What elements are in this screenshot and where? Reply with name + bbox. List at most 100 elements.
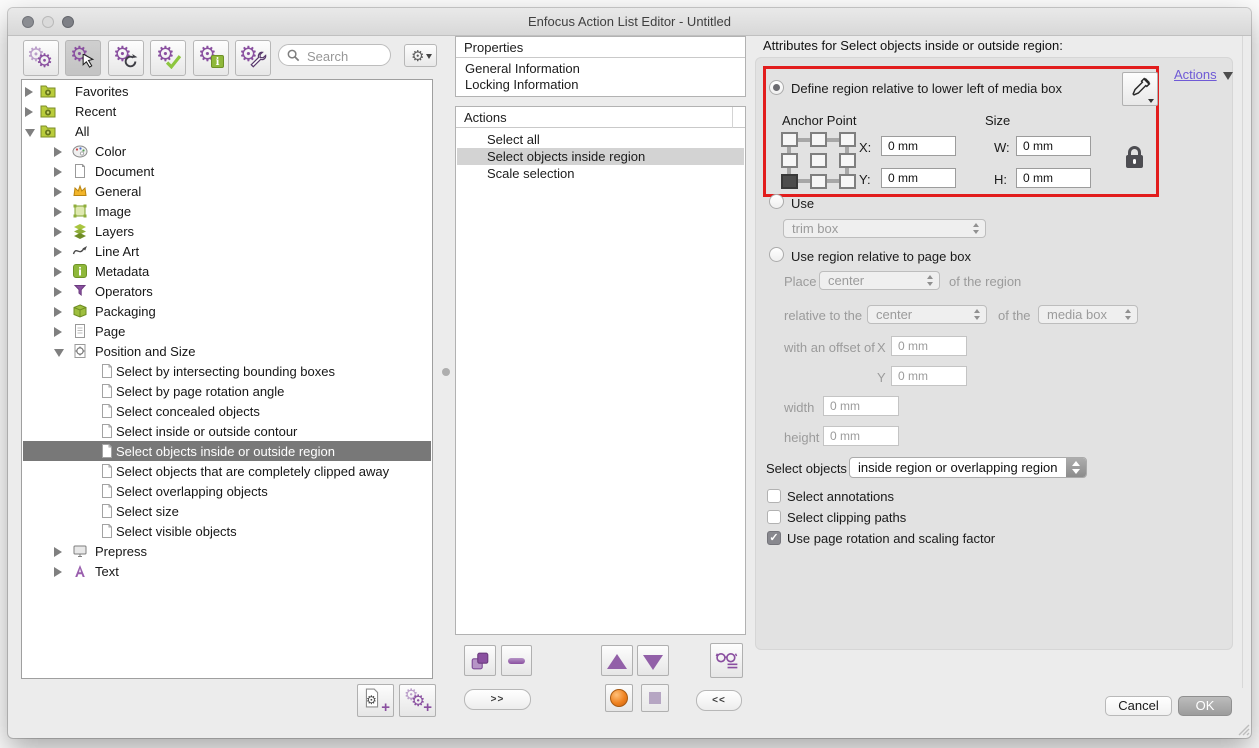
attributes-scrollbar-track[interactable] (1242, 36, 1243, 688)
use-box-dropdown[interactable]: trim box (783, 219, 986, 238)
cancel-button[interactable]: Cancel (1105, 696, 1172, 716)
checkbox-select-clipping-paths[interactable] (767, 510, 781, 524)
tree-item[interactable]: Select by page rotation angle (23, 381, 431, 401)
actions-item[interactable]: Select all (457, 131, 744, 148)
toolbar-action-info-button[interactable]: ⚙ i (193, 40, 229, 76)
tree-item-label: Position and Size (95, 344, 196, 359)
gear-icon: ⚙ (36, 51, 54, 72)
actions-link[interactable]: Actions (1174, 67, 1217, 82)
properties-item[interactable]: Locking Information (457, 76, 744, 93)
offset-label: with an offset of (784, 340, 875, 355)
place-dropdown[interactable]: center (819, 271, 940, 290)
ok-button[interactable]: OK (1178, 696, 1232, 716)
select-objects-dropdown[interactable]: inside region or overlapping region (849, 457, 1087, 478)
relative-dropdown[interactable]: center (867, 305, 987, 324)
disclosure-collapsed-icon[interactable] (54, 286, 62, 297)
tree-item[interactable]: Operators (23, 281, 431, 301)
radio-page-box[interactable] (769, 247, 784, 262)
settings-menu-button[interactable]: ⚙ (404, 44, 437, 67)
of-box-dropdown[interactable]: media box (1038, 305, 1138, 324)
checkbox-select-annotations[interactable] (767, 489, 781, 503)
tree-item[interactable]: Recent (23, 101, 431, 121)
offset-x-field[interactable]: 0 mm (891, 336, 967, 356)
disclosure-collapsed-icon[interactable] (54, 306, 62, 317)
toolbar-refresh-actions-button[interactable]: ⚙ (108, 40, 144, 76)
disclosure-collapsed-icon[interactable] (25, 86, 33, 97)
wrench-icon (249, 51, 267, 74)
search-input[interactable] (305, 46, 389, 66)
tree-item[interactable]: Favorites (23, 81, 431, 101)
record-button[interactable] (605, 684, 633, 712)
duplicate-action-button[interactable] (464, 645, 496, 676)
x-field[interactable]: 0 mm (881, 136, 956, 156)
tree-item[interactable]: Metadata (23, 261, 431, 281)
tree-item[interactable]: Image (23, 201, 431, 221)
disclosure-collapsed-icon[interactable] (54, 186, 62, 197)
disclosure-collapsed-icon[interactable] (54, 226, 62, 237)
remove-action-button[interactable] (501, 645, 532, 676)
disclosure-collapsed-icon[interactable] (54, 246, 62, 257)
run-forward-button[interactable]: >> (464, 689, 531, 710)
toolbar-manage-actions-button[interactable]: ⚙ (235, 40, 271, 76)
tree-item[interactable]: Color (23, 141, 431, 161)
tree-item[interactable]: Prepress (23, 541, 431, 561)
tree-item[interactable]: Select inside or outside contour (23, 421, 431, 441)
disclosure-collapsed-icon[interactable] (54, 566, 62, 577)
width-field[interactable]: 0 mm (823, 396, 899, 416)
actions-item[interactable]: Select objects inside region (457, 148, 744, 165)
disclosure-collapsed-icon[interactable] (54, 546, 62, 557)
tree-item[interactable]: Position and Size (23, 341, 431, 361)
new-action-list-from-doc-button[interactable]: ⚙ + (357, 684, 394, 717)
window-title: Enfocus Action List Editor - Untitled (527, 14, 732, 29)
preview-action-button[interactable] (710, 643, 743, 678)
radio-define-region[interactable] (769, 80, 784, 95)
tree-item[interactable]: Text (23, 561, 431, 581)
disclosure-collapsed-icon[interactable] (54, 166, 62, 177)
offset-y-field[interactable]: 0 mm (891, 366, 967, 386)
tree-item[interactable]: Layers (23, 221, 431, 241)
move-action-up-button[interactable] (601, 645, 633, 676)
toolbar-select-action-button[interactable]: ⚙ (65, 40, 101, 76)
new-action-group-button[interactable]: ⚙ ⚙ + (399, 684, 436, 717)
disclosure-expanded-icon[interactable] (25, 128, 35, 137)
tree-item[interactable]: All (23, 121, 431, 141)
toolbar-check-action-button[interactable]: ⚙ (150, 40, 186, 76)
anchor-point-grid[interactable] (780, 131, 856, 189)
radio-use-box[interactable] (769, 194, 784, 209)
actions-item[interactable]: Scale selection (457, 165, 744, 182)
tree-item[interactable]: Select visible objects (23, 521, 431, 541)
tree-item[interactable]: Select objects that are completely clipp… (23, 461, 431, 481)
tree-item[interactable]: Select concealed objects (23, 401, 431, 421)
w-field[interactable]: 0 mm (1016, 136, 1091, 156)
h-field[interactable]: 0 mm (1016, 168, 1091, 188)
run-back-button[interactable]: << (696, 690, 742, 711)
tree-item[interactable]: Document (23, 161, 431, 181)
lock-aspect-icon[interactable] (1126, 146, 1143, 168)
tree-item[interactable]: Packaging (23, 301, 431, 321)
height-field[interactable]: 0 mm (823, 426, 899, 446)
disclosure-collapsed-icon[interactable] (54, 266, 62, 277)
tree-item[interactable]: Select by intersecting bounding boxes (23, 361, 431, 381)
disclosure-collapsed-icon[interactable] (25, 106, 33, 117)
y-field[interactable]: 0 mm (881, 168, 956, 188)
stop-button[interactable] (641, 684, 669, 712)
search-field[interactable] (278, 44, 391, 66)
disclosure-collapsed-icon[interactable] (54, 206, 62, 217)
tree-item[interactable]: Page (23, 321, 431, 341)
resize-grip[interactable] (1234, 720, 1250, 741)
tree-item[interactable]: General (23, 181, 431, 201)
toolbar-new-action-list-button[interactable]: ⚙ ⚙ (23, 40, 59, 76)
disclosure-collapsed-icon[interactable] (54, 326, 62, 337)
disclosure-collapsed-icon[interactable] (54, 146, 62, 157)
tree-item[interactable]: Select size (23, 501, 431, 521)
eyedropper-button[interactable] (1122, 72, 1158, 106)
left-splitter-handle[interactable] (442, 368, 450, 376)
disclosure-expanded-icon[interactable] (54, 348, 64, 357)
tree-item[interactable]: Line Art (23, 241, 431, 261)
properties-item[interactable]: General Information (457, 60, 744, 77)
tree-item[interactable]: Select overlapping objects (23, 481, 431, 501)
move-action-down-button[interactable] (637, 645, 669, 676)
tree-item-label: Color (95, 144, 127, 159)
tree-item[interactable]: Select objects inside or outside region (23, 441, 431, 461)
checkbox-use-page-rotation[interactable] (767, 531, 781, 545)
